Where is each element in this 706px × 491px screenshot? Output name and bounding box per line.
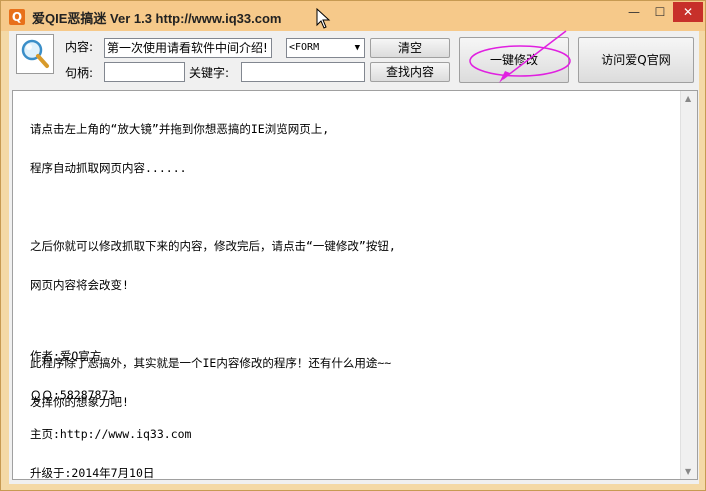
highlight-ellipse — [469, 45, 571, 77]
main-window: Q 爱QIE恶搞迷 Ver 1.3 http://www.iq33.com — … — [0, 0, 706, 491]
annotation-arrowhead — [499, 71, 510, 83]
annotation-overlay — [316, 7, 571, 83]
mouse-cursor-icon — [316, 7, 331, 29]
